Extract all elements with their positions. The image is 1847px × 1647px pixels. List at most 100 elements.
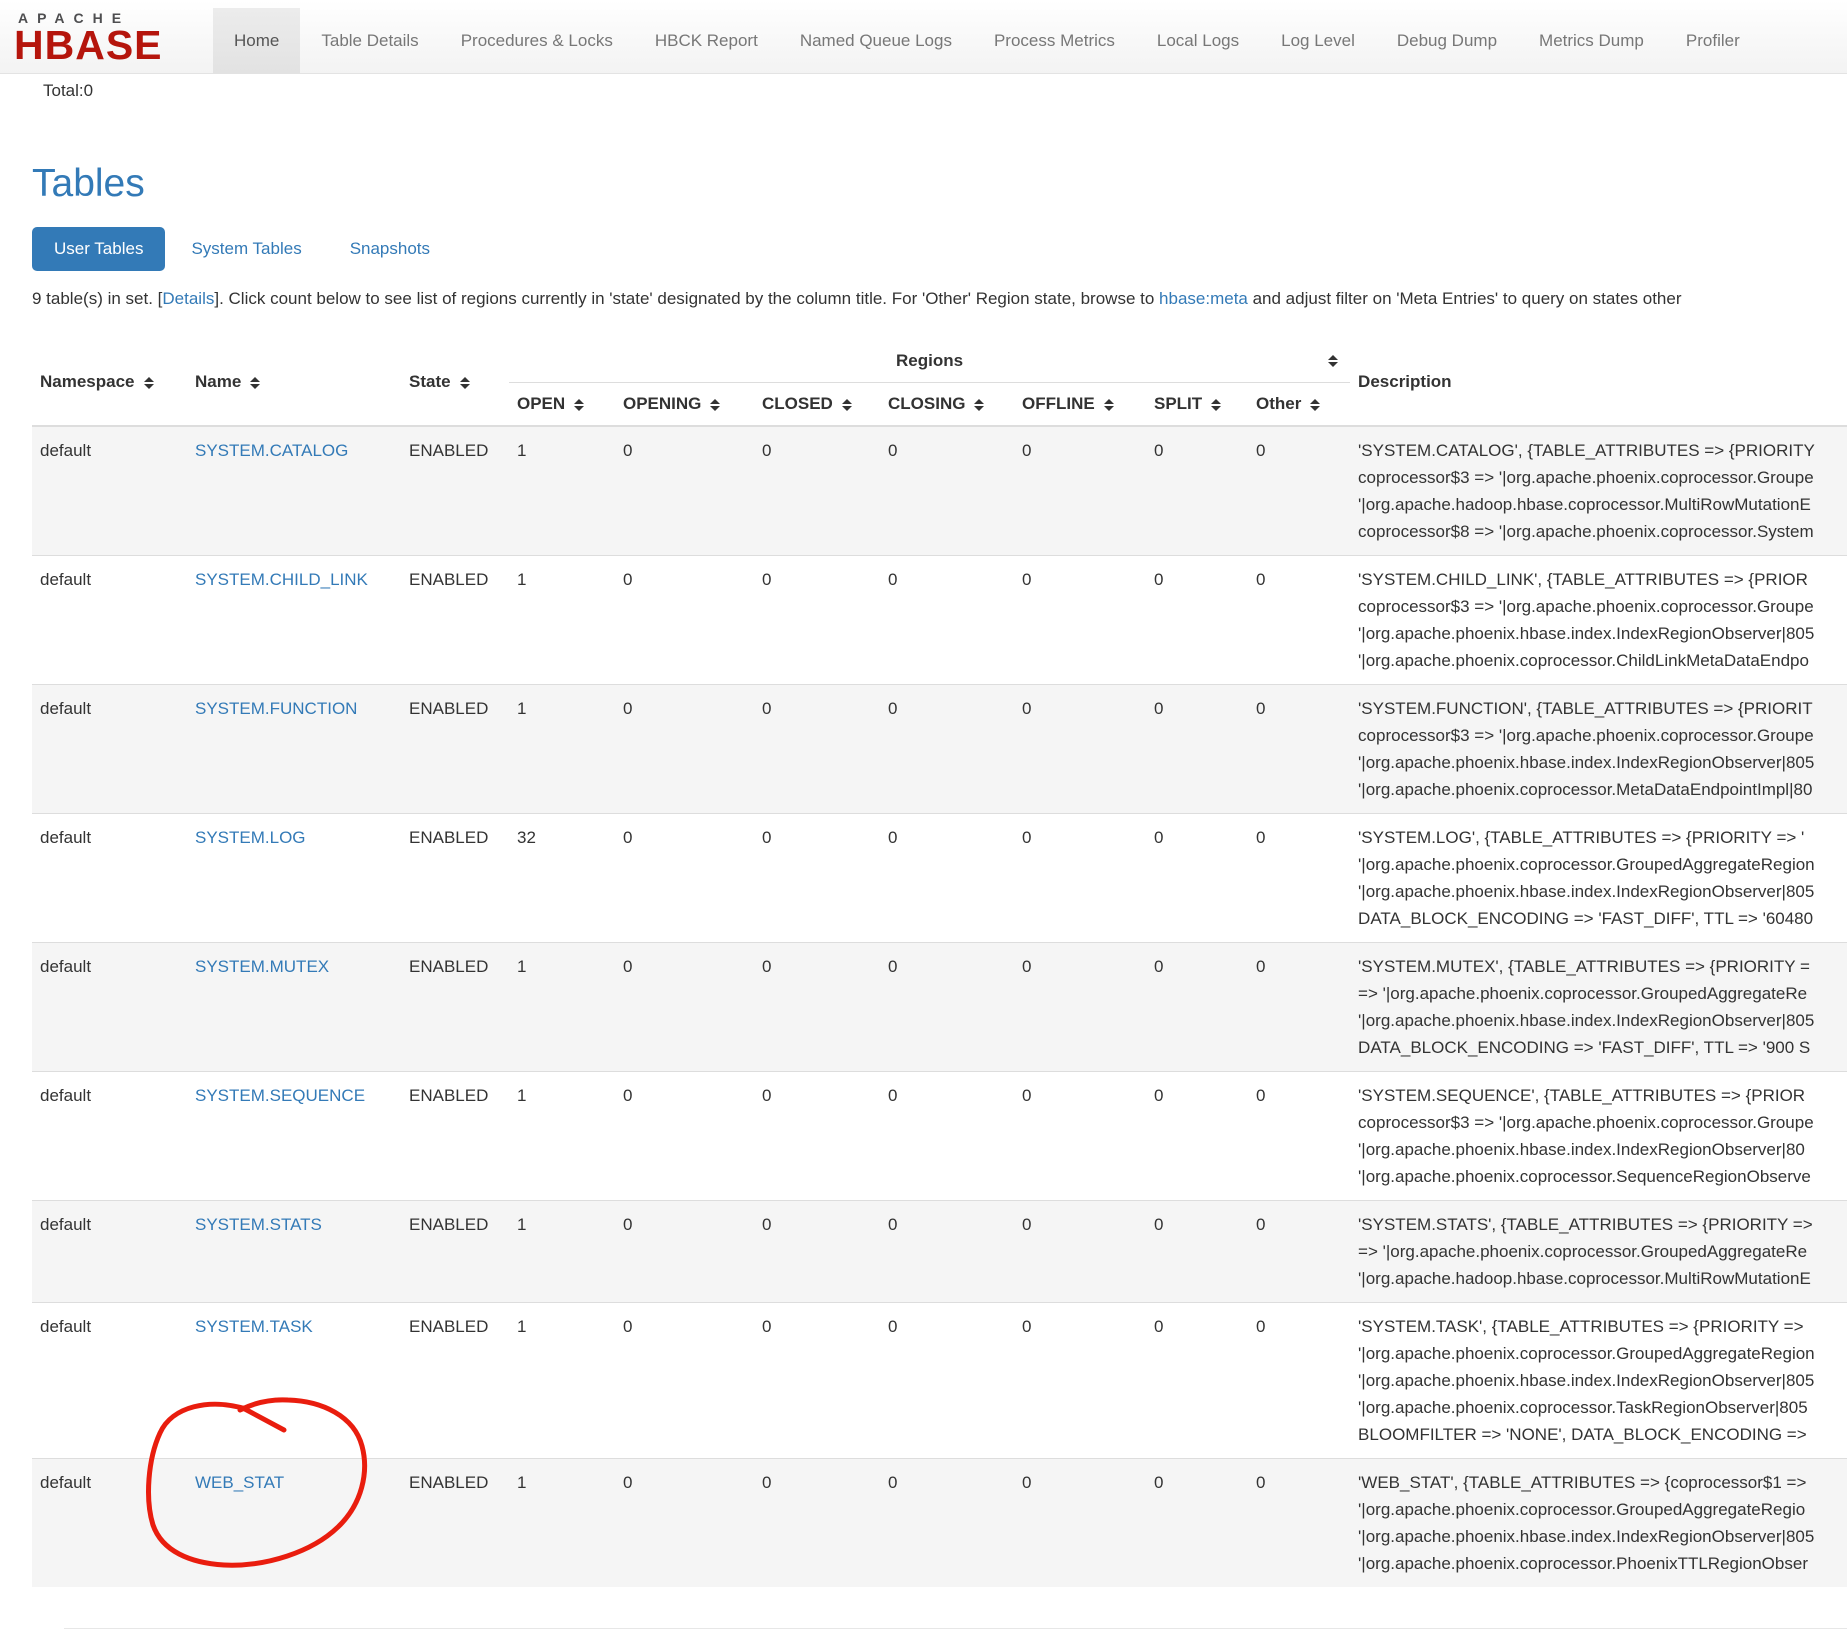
- split-count[interactable]: 0: [1146, 1302, 1248, 1458]
- split-count[interactable]: 0: [1146, 813, 1248, 942]
- split-count[interactable]: 0: [1146, 1071, 1248, 1200]
- open-count[interactable]: 1: [509, 1458, 615, 1587]
- sort-icon[interactable]: [250, 377, 260, 389]
- col-header-state[interactable]: State: [401, 340, 509, 426]
- open-count[interactable]: 1: [509, 555, 615, 684]
- opening-count[interactable]: 0: [615, 555, 754, 684]
- opening-count[interactable]: 0: [615, 1071, 754, 1200]
- closing-count[interactable]: 0: [880, 813, 1014, 942]
- sort-icon[interactable]: [1328, 355, 1338, 367]
- closed-count[interactable]: 0: [754, 684, 880, 813]
- offline-count[interactable]: 0: [1014, 684, 1146, 813]
- split-count[interactable]: 0: [1146, 1458, 1248, 1587]
- col-header-closed[interactable]: CLOSED: [754, 383, 880, 426]
- offline-count[interactable]: 0: [1014, 555, 1146, 684]
- closing-count[interactable]: 0: [880, 1458, 1014, 1587]
- col-header-open[interactable]: OPEN: [509, 383, 615, 426]
- opening-count[interactable]: 0: [615, 813, 754, 942]
- opening-count[interactable]: 0: [615, 942, 754, 1071]
- open-count[interactable]: 1: [509, 1200, 615, 1302]
- offline-count[interactable]: 0: [1014, 426, 1146, 556]
- col-header-namespace[interactable]: Namespace: [32, 340, 187, 426]
- sort-icon[interactable]: [1104, 399, 1114, 411]
- closed-count[interactable]: 0: [754, 813, 880, 942]
- closing-count[interactable]: 0: [880, 684, 1014, 813]
- closed-count[interactable]: 0: [754, 1302, 880, 1458]
- other-count[interactable]: 0: [1248, 684, 1350, 813]
- open-count[interactable]: 1: [509, 426, 615, 556]
- tab-snapshots[interactable]: Snapshots: [328, 227, 452, 271]
- closed-count[interactable]: 0: [754, 1071, 880, 1200]
- opening-count[interactable]: 0: [615, 684, 754, 813]
- other-count[interactable]: 0: [1248, 942, 1350, 1071]
- split-count[interactable]: 0: [1146, 555, 1248, 684]
- other-count[interactable]: 0: [1248, 1302, 1350, 1458]
- offline-count[interactable]: 0: [1014, 1071, 1146, 1200]
- col-header-other[interactable]: Other: [1248, 383, 1350, 426]
- col-header-split[interactable]: SPLIT: [1146, 383, 1248, 426]
- split-count[interactable]: 0: [1146, 1200, 1248, 1302]
- table-name-link[interactable]: SYSTEM.CHILD_LINK: [195, 570, 368, 589]
- opening-count[interactable]: 0: [615, 1302, 754, 1458]
- sort-icon[interactable]: [1310, 399, 1320, 411]
- tab-user-tables[interactable]: User Tables: [32, 227, 165, 271]
- offline-count[interactable]: 0: [1014, 813, 1146, 942]
- closing-count[interactable]: 0: [880, 1302, 1014, 1458]
- other-count[interactable]: 0: [1248, 1200, 1350, 1302]
- details-link[interactable]: Details: [162, 289, 214, 308]
- col-header-closing[interactable]: CLOSING: [880, 383, 1014, 426]
- other-count[interactable]: 0: [1248, 813, 1350, 942]
- closing-count[interactable]: 0: [880, 426, 1014, 556]
- other-count[interactable]: 0: [1248, 555, 1350, 684]
- sort-icon[interactable]: [460, 377, 470, 389]
- tab-system-tables[interactable]: System Tables: [169, 227, 323, 271]
- open-count[interactable]: 1: [509, 684, 615, 813]
- other-count[interactable]: 0: [1248, 1071, 1350, 1200]
- nav-item-home[interactable]: Home: [213, 8, 300, 74]
- sort-icon[interactable]: [842, 399, 852, 411]
- nav-item-process-metrics[interactable]: Process Metrics: [973, 8, 1136, 74]
- opening-count[interactable]: 0: [615, 426, 754, 556]
- offline-count[interactable]: 0: [1014, 1458, 1146, 1587]
- nav-item-hbck-report[interactable]: HBCK Report: [634, 8, 779, 74]
- nav-item-named-queue-logs[interactable]: Named Queue Logs: [779, 8, 973, 74]
- closed-count[interactable]: 0: [754, 1458, 880, 1587]
- col-header-name[interactable]: Name: [187, 340, 401, 426]
- open-count[interactable]: 1: [509, 1071, 615, 1200]
- opening-count[interactable]: 0: [615, 1458, 754, 1587]
- hbase-meta-link[interactable]: hbase:meta: [1159, 289, 1248, 308]
- split-count[interactable]: 0: [1146, 942, 1248, 1071]
- open-count[interactable]: 1: [509, 1302, 615, 1458]
- col-header-offline[interactable]: OFFLINE: [1014, 383, 1146, 426]
- open-count[interactable]: 32: [509, 813, 615, 942]
- sort-icon[interactable]: [1211, 399, 1221, 411]
- sort-icon[interactable]: [574, 399, 584, 411]
- other-count[interactable]: 0: [1248, 426, 1350, 556]
- closed-count[interactable]: 0: [754, 555, 880, 684]
- col-header-opening[interactable]: OPENING: [615, 383, 754, 426]
- nav-item-local-logs[interactable]: Local Logs: [1136, 8, 1260, 74]
- nav-item-table-details[interactable]: Table Details: [300, 8, 439, 74]
- closed-count[interactable]: 0: [754, 942, 880, 1071]
- table-name-link[interactable]: SYSTEM.CATALOG: [195, 441, 348, 460]
- sort-icon[interactable]: [974, 399, 984, 411]
- closing-count[interactable]: 0: [880, 942, 1014, 1071]
- offline-count[interactable]: 0: [1014, 942, 1146, 1071]
- split-count[interactable]: 0: [1146, 426, 1248, 556]
- other-count[interactable]: 0: [1248, 1458, 1350, 1587]
- col-header-regions-group[interactable]: Regions: [509, 340, 1350, 383]
- table-name-link[interactable]: SYSTEM.FUNCTION: [195, 699, 357, 718]
- open-count[interactable]: 1: [509, 942, 615, 1071]
- hbase-logo[interactable]: APACHE HBASE: [14, 0, 196, 73]
- table-name-link[interactable]: SYSTEM.SEQUENCE: [195, 1086, 365, 1105]
- split-count[interactable]: 0: [1146, 684, 1248, 813]
- sort-icon[interactable]: [710, 399, 720, 411]
- table-name-link-web-stat[interactable]: WEB_STAT: [195, 1473, 284, 1492]
- nav-item-metrics-dump[interactable]: Metrics Dump: [1518, 8, 1665, 74]
- closing-count[interactable]: 0: [880, 1071, 1014, 1200]
- table-name-link[interactable]: SYSTEM.STATS: [195, 1215, 322, 1234]
- closing-count[interactable]: 0: [880, 555, 1014, 684]
- table-name-link[interactable]: SYSTEM.TASK: [195, 1317, 313, 1336]
- closing-count[interactable]: 0: [880, 1200, 1014, 1302]
- offline-count[interactable]: 0: [1014, 1302, 1146, 1458]
